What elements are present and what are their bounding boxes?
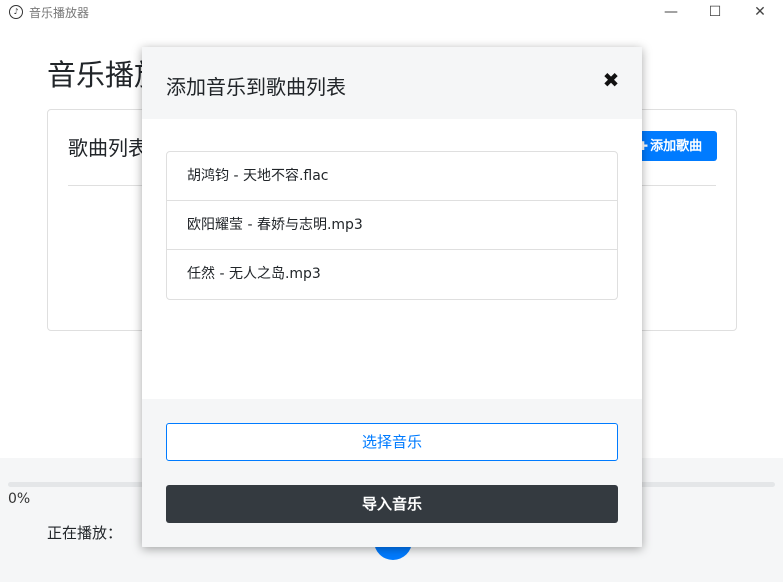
modal-header: 添加音乐到歌曲列表 ✖: [142, 47, 642, 119]
selected-files-list: 胡鸿钧 - 天地不容.flac 欧阳耀莹 - 春娇与志明.mp3 任然 - 无人…: [166, 151, 618, 300]
modal-footer: 选择音乐 导入音乐: [142, 399, 642, 547]
import-music-button[interactable]: 导入音乐: [166, 485, 618, 523]
close-icon[interactable]: ✖: [601, 68, 621, 92]
modal-title: 添加音乐到歌曲列表: [166, 75, 346, 99]
choose-music-button[interactable]: 选择音乐: [166, 423, 618, 461]
list-item[interactable]: 欧阳耀莹 - 春娇与志明.mp3: [167, 201, 617, 250]
add-music-modal: 添加音乐到歌曲列表 ✖ 胡鸿钧 - 天地不容.flac 欧阳耀莹 - 春娇与志明…: [142, 47, 642, 547]
list-item[interactable]: 任然 - 无人之岛.mp3: [167, 250, 617, 299]
list-item[interactable]: 胡鸿钧 - 天地不容.flac: [167, 152, 617, 201]
